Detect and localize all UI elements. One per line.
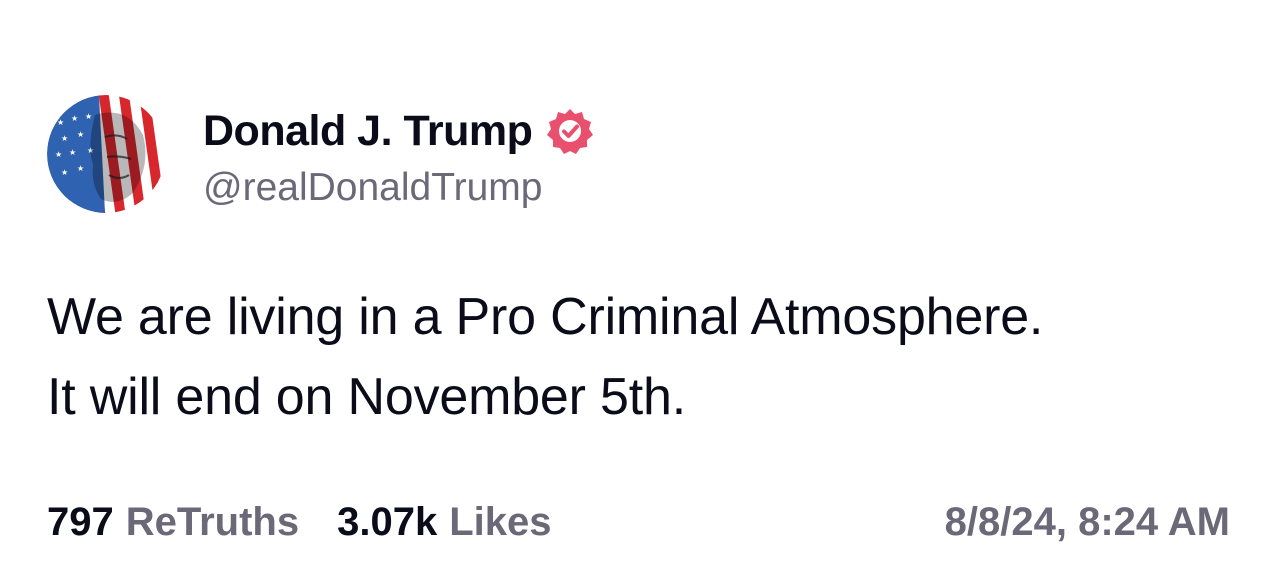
post-card: ★ ★ ★ ★ ★ ★ ★ ★ ★ ★ Donald J. Trump @realDona… (0, 0, 1280, 578)
author-avatar[interactable]: ★ ★ ★ ★ ★ ★ ★ ★ ★ ★ (47, 95, 165, 213)
retruths-stat[interactable]: 797 ReTruths (47, 500, 299, 545)
author-handle[interactable]: @realDonaldTrump (203, 166, 542, 210)
verified-badge-icon (546, 107, 594, 155)
svg-text:★: ★ (69, 148, 76, 157)
author-display-name[interactable]: Donald J. Trump (203, 107, 533, 156)
svg-text:★: ★ (55, 150, 62, 159)
post-stats: 797 ReTruths 3.07k Likes (47, 497, 552, 547)
post-text: We are living in a Pro Criminal Atmosphe… (47, 277, 1247, 437)
retruths-label: ReTruths (125, 499, 300, 544)
svg-text:★: ★ (61, 168, 68, 177)
svg-text:★: ★ (77, 130, 84, 139)
likes-label: Likes (449, 499, 552, 544)
post-timestamp: 8/8/24, 8:24 AM (944, 500, 1230, 544)
author-name-row: Donald J. Trump (203, 103, 594, 159)
flag-portrait-icon: ★ ★ ★ ★ ★ ★ ★ ★ ★★ (47, 95, 165, 213)
retruths-count: 797 (47, 499, 114, 544)
post-text-line: It will end on November 5th. (47, 368, 686, 426)
svg-text:★: ★ (85, 112, 92, 121)
likes-count: 3.07k (337, 499, 438, 544)
svg-text:★: ★ (57, 118, 64, 127)
svg-text:★: ★ (71, 114, 78, 123)
svg-text:★: ★ (77, 164, 84, 173)
post-text-line: We are living in a Pro Criminal Atmosphe… (47, 288, 1044, 346)
svg-text:★: ★ (61, 134, 68, 143)
likes-stat[interactable]: 3.07k Likes (337, 500, 551, 545)
